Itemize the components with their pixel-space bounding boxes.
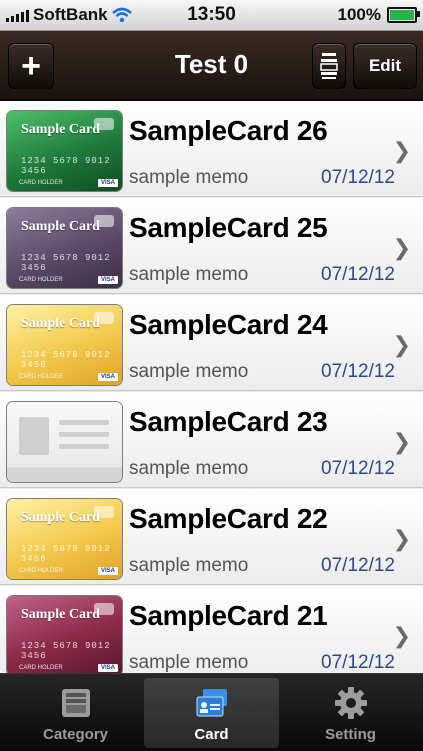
card-name: SampleCard 24 [129,309,328,340]
card-art: Sample Card 1234 5678 9012 3456 CARD HOLDE… [7,499,122,579]
card-art-number: 1234 5678 9012 3456 [21,350,111,370]
card-thumbnail: Sample Card 1234 5678 9012 3456 CARD HOLDE… [6,498,123,580]
navigation-bar: + Test 0 Edit [0,31,423,101]
card-date: 07/12/12 [321,264,395,285]
card-art-title: Sample Card [21,607,100,622]
gear-icon [334,687,367,719]
card-art-title: Sample Card [21,219,100,234]
card-row[interactable]: SampleCard 23 sample memo 07/12/12 ❯ [0,392,423,488]
tab-card[interactable]: Card [144,678,279,748]
placeholder-line [59,444,109,449]
card-art-holder: CARD HOLDER [19,277,63,283]
card-memo: sample memo [129,458,249,479]
card-art: Sample Card 1234 5678 9012 3456 CARD HOLDE… [7,208,122,288]
card-date: 07/12/12 [321,652,395,673]
card-thumbnail: Sample Card 1234 5678 9012 3456 CARD HOLDE… [6,595,123,673]
chevron-right-icon: ❯ [392,332,411,357]
card-art-title: Sample Card [21,122,100,137]
status-bar: SoftBank 13:50 100% [0,0,423,31]
placeholder-band [7,467,122,482]
card-name: SampleCard 26 [129,115,328,146]
card-row[interactable]: Sample Card 1234 5678 9012 3456 CARD HOLDE… [0,198,423,294]
placeholder-line [59,432,109,437]
category-tray-icon [61,689,90,717]
generic-card-icon [7,402,122,482]
card-date: 07/12/12 [321,167,395,188]
tab-setting[interactable]: Setting [283,678,418,748]
tab-setting-label: Setting [325,726,376,743]
card-name: SampleCard 22 [129,503,328,534]
card-thumbnail: Sample Card 1234 5678 9012 3456 CARD HOLDE… [6,304,123,386]
card-art-number: 1234 5678 9012 3456 [21,641,111,661]
battery-area: 100% [337,5,420,25]
battery-percent: 100% [337,5,381,24]
view-mode-button[interactable] [312,43,346,89]
card-row[interactable]: Sample Card 1234 5678 9012 3456 CARD HOLDE… [0,489,423,585]
page-title: Test 0 [174,49,249,79]
chevron-right-icon: ❯ [392,526,411,551]
placeholder-line [59,420,109,425]
card-art-number: 1234 5678 9012 3456 [21,253,111,273]
card-brand-logo: VISA [97,373,118,381]
card-memo: sample memo [129,652,249,673]
cards-icon [196,689,227,717]
card-art: Sample Card 1234 5678 9012 3456 CARD HOLDE… [7,111,122,191]
card-art-holder: CARD HOLDER [19,374,63,380]
card-date: 07/12/12 [321,361,395,382]
card-row[interactable]: Sample Card 1234 5678 9012 3456 CARD HOLDE… [0,586,423,673]
card-thumbnail: Sample Card 1234 5678 9012 3456 CARD HOLDE… [6,110,123,192]
card-memo: sample memo [129,264,249,285]
card-brand-logo: VISA [97,276,118,284]
id-photo-placeholder [19,417,49,455]
card-row[interactable]: Sample Card 1234 5678 9012 3456 CARD HOLDE… [0,295,423,391]
add-card-button[interactable]: + [8,43,54,89]
chevron-right-icon: ❯ [392,429,411,454]
card-art-number: 1234 5678 9012 3456 [21,156,111,176]
card-thumbnail [6,401,123,483]
chevron-right-icon: ❯ [392,623,411,648]
battery-icon [387,7,420,23]
card-memo: sample memo [129,167,249,188]
card-date: 07/12/12 [321,458,395,479]
tab-bar: Category Card Setting [0,673,423,751]
chevron-right-icon: ❯ [392,138,411,163]
card-art: Sample Card 1234 5678 9012 3456 CARD HOLDE… [7,305,122,385]
card-art-holder: CARD HOLDER [19,180,63,186]
card-memo: sample memo [129,361,249,382]
card-brand-logo: VISA [97,179,118,187]
card-memo: sample memo [129,555,249,576]
card-name: SampleCard 23 [129,406,328,437]
tab-card-label: Card [194,726,229,743]
card-date: 07/12/12 [321,555,395,576]
stack-view-icon [320,53,338,79]
card-art-title: Sample Card [21,316,100,331]
card-art-holder: CARD HOLDER [19,568,63,574]
card-name: SampleCard 25 [129,212,328,243]
card-art-number: 1234 5678 9012 3456 [21,544,111,564]
card-brand-logo: VISA [97,567,118,575]
tab-category-label: Category [42,726,109,743]
card-art-title: Sample Card [21,510,100,525]
chevron-right-icon: ❯ [392,235,411,260]
card-brand-logo: VISA [97,664,118,672]
edit-button[interactable]: Edit [353,43,417,89]
tab-category[interactable]: Category [8,678,143,748]
card-art: Sample Card 1234 5678 9012 3456 CARD HOLDE… [7,596,122,673]
card-name: SampleCard 21 [129,600,328,631]
card-thumbnail: Sample Card 1234 5678 9012 3456 CARD HOLDE… [6,207,123,289]
card-row[interactable]: Sample Card 1234 5678 9012 3456 CARD HOLDE… [0,101,423,197]
card-art-holder: CARD HOLDER [19,665,63,671]
card-list: Sample Card 1234 5678 9012 3456 CARD HOLDE… [0,101,423,673]
